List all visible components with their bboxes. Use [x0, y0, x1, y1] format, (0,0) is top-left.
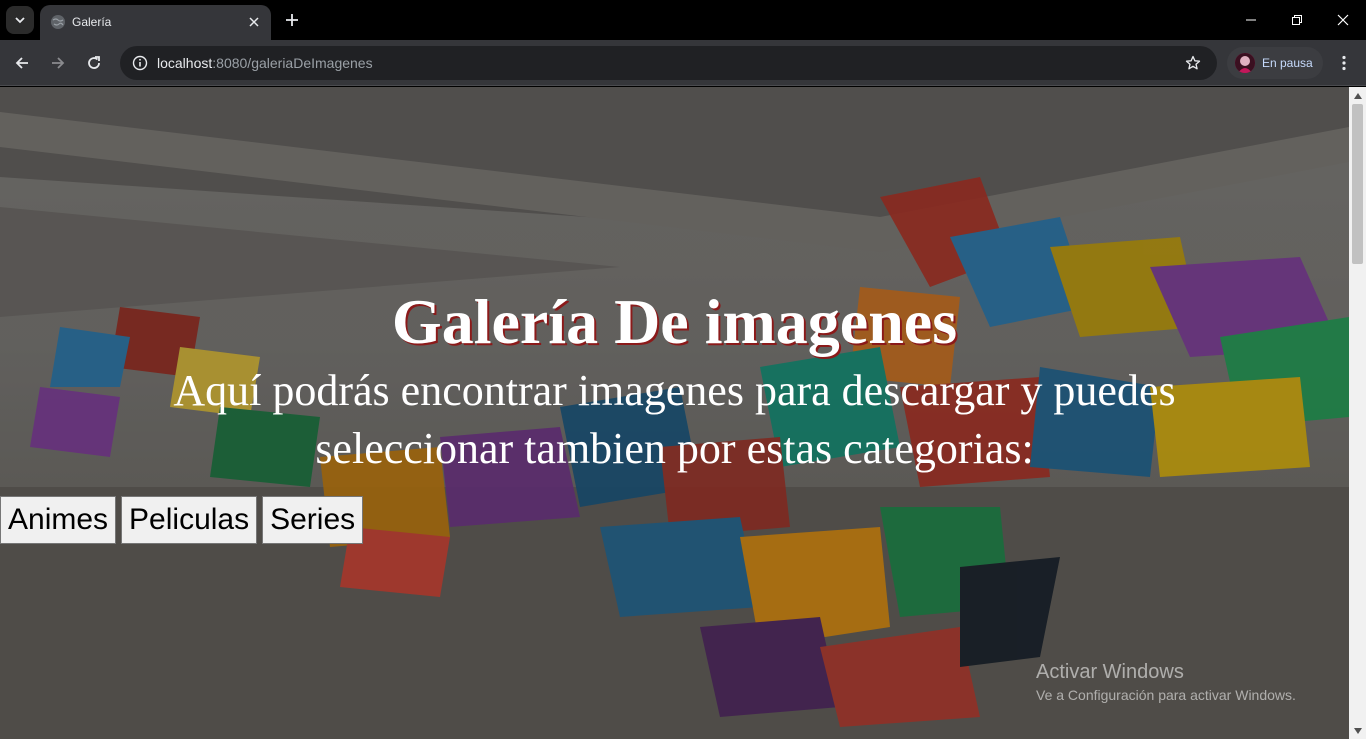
close-icon: [249, 17, 259, 27]
arrow-right-icon: [52, 57, 65, 69]
arrow-left-icon: [15, 57, 28, 69]
tab-search-button[interactable]: [6, 6, 34, 34]
watermark-subtitle: Ve a Configuración para activar Windows.: [1036, 687, 1296, 703]
browser-toolbar: localhost:8080/galeriaDeImagenes En paus…: [0, 40, 1366, 86]
profile-status: En pausa: [1262, 56, 1313, 70]
url-text: localhost:8080/galeriaDeImagenes: [157, 55, 373, 71]
close-icon: [1337, 14, 1349, 26]
url-path: :8080/galeriaDeImagenes: [212, 55, 373, 71]
restore-button[interactable]: [1274, 0, 1320, 40]
scroll-up-button[interactable]: [1349, 87, 1366, 104]
address-bar[interactable]: localhost:8080/galeriaDeImagenes: [120, 46, 1217, 80]
category-buttons: Animes Peliculas Series: [0, 496, 364, 544]
back-button[interactable]: [8, 49, 36, 77]
bookmark-button[interactable]: [1183, 53, 1203, 73]
site-info-button[interactable]: [128, 51, 152, 75]
triangle-down-icon: [1353, 727, 1362, 734]
windows-activation-watermark: Activar Windows Ve a Configuración para …: [1036, 660, 1296, 704]
reload-icon: [88, 56, 100, 69]
tab-strip: Galería: [0, 0, 1366, 40]
avatar: [1235, 53, 1255, 73]
restore-icon: [1292, 15, 1302, 25]
category-button-series[interactable]: Series: [262, 496, 364, 544]
avatar-image: [1235, 53, 1255, 73]
profile-button[interactable]: En pausa: [1227, 47, 1323, 79]
scrollbar-thumb[interactable]: [1352, 104, 1363, 264]
browser-menu-button[interactable]: [1330, 49, 1358, 77]
info-icon: [132, 55, 148, 71]
forward-button[interactable]: [44, 49, 72, 77]
triangle-up-icon: [1353, 92, 1362, 99]
chevron-down-icon: [15, 17, 25, 24]
category-button-animes[interactable]: Animes: [0, 496, 117, 544]
scroll-down-button[interactable]: [1349, 722, 1366, 739]
url-host: localhost: [157, 55, 213, 71]
page-subtitle: Aquí podrás encontrar imagenes para desc…: [173, 366, 1176, 473]
globe-icon: [51, 15, 65, 29]
active-tab[interactable]: Galería: [40, 5, 271, 40]
new-tab-button[interactable]: [280, 8, 304, 32]
category-button-peliculas[interactable]: Peliculas: [121, 496, 258, 544]
plus-icon: [286, 14, 298, 26]
close-window-button[interactable]: [1320, 0, 1366, 40]
close-tab-button[interactable]: [245, 13, 263, 31]
hero: Galería De imagenes Aquí podrás encontra…: [0, 282, 1349, 478]
tab-title: Galería: [72, 15, 112, 29]
reload-button[interactable]: [80, 49, 108, 77]
minimize-icon: [1246, 19, 1256, 21]
page-title: Galería De imagenes: [391, 286, 958, 357]
more-vertical-icon: [1342, 55, 1346, 71]
vertical-scrollbar[interactable]: [1349, 87, 1366, 739]
star-icon: [1185, 55, 1201, 70]
minimize-button[interactable]: [1228, 0, 1274, 40]
page-viewport: Galería De imagenes Aquí podrás encontra…: [0, 87, 1349, 739]
watermark-title: Activar Windows: [1036, 661, 1184, 683]
